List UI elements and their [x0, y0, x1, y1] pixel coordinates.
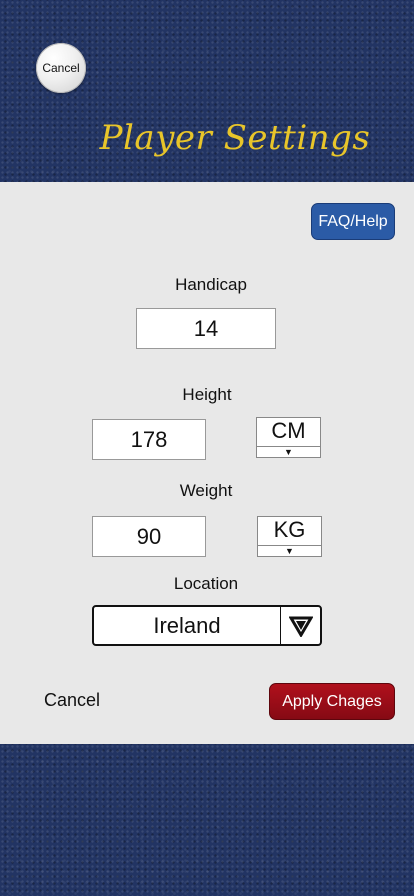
height-unit-label: CM: [271, 418, 306, 443]
handicap-value: 14: [193, 315, 219, 341]
weight-input[interactable]: 90: [92, 516, 206, 557]
location-dropdown[interactable]: Ireland: [92, 605, 322, 646]
faq-help-label: FAQ/Help: [318, 212, 388, 230]
weight-unit-select[interactable]: KG ▼: [257, 516, 322, 557]
height-unit-arrow-icon: ▼: [284, 447, 293, 457]
dropdown-triangle-icon[interactable]: [282, 607, 320, 644]
weight-label: Weight: [179, 481, 233, 500]
location-divider: [280, 607, 281, 644]
height-label: Height: [182, 385, 232, 404]
apply-changes-button[interactable]: Apply Chages: [269, 683, 395, 720]
apply-changes-label: Apply Chages: [282, 692, 382, 710]
weight-value: 90: [136, 523, 162, 549]
height-value: 178: [130, 426, 168, 452]
handicap-label: Handicap: [175, 275, 247, 294]
settings-panel: [0, 182, 414, 744]
footer-background: [0, 744, 414, 896]
height-input[interactable]: 178: [92, 419, 206, 460]
page-title: Player Settings: [99, 118, 371, 158]
weight-unit-label: KG: [273, 517, 306, 542]
height-unit-select[interactable]: CM ▼: [256, 417, 321, 458]
location-value: Ireland: [153, 612, 221, 638]
handicap-input[interactable]: 14: [136, 308, 276, 349]
weight-unit-arrow-icon: ▼: [285, 546, 294, 556]
cancel-button[interactable]: Cancel: [44, 690, 100, 711]
location-label: Location: [173, 574, 239, 593]
faq-help-button[interactable]: FAQ/Help: [311, 203, 395, 240]
header-cancel-button[interactable]: Cancel: [36, 43, 86, 93]
header-cancel-label: Cancel: [42, 61, 80, 75]
